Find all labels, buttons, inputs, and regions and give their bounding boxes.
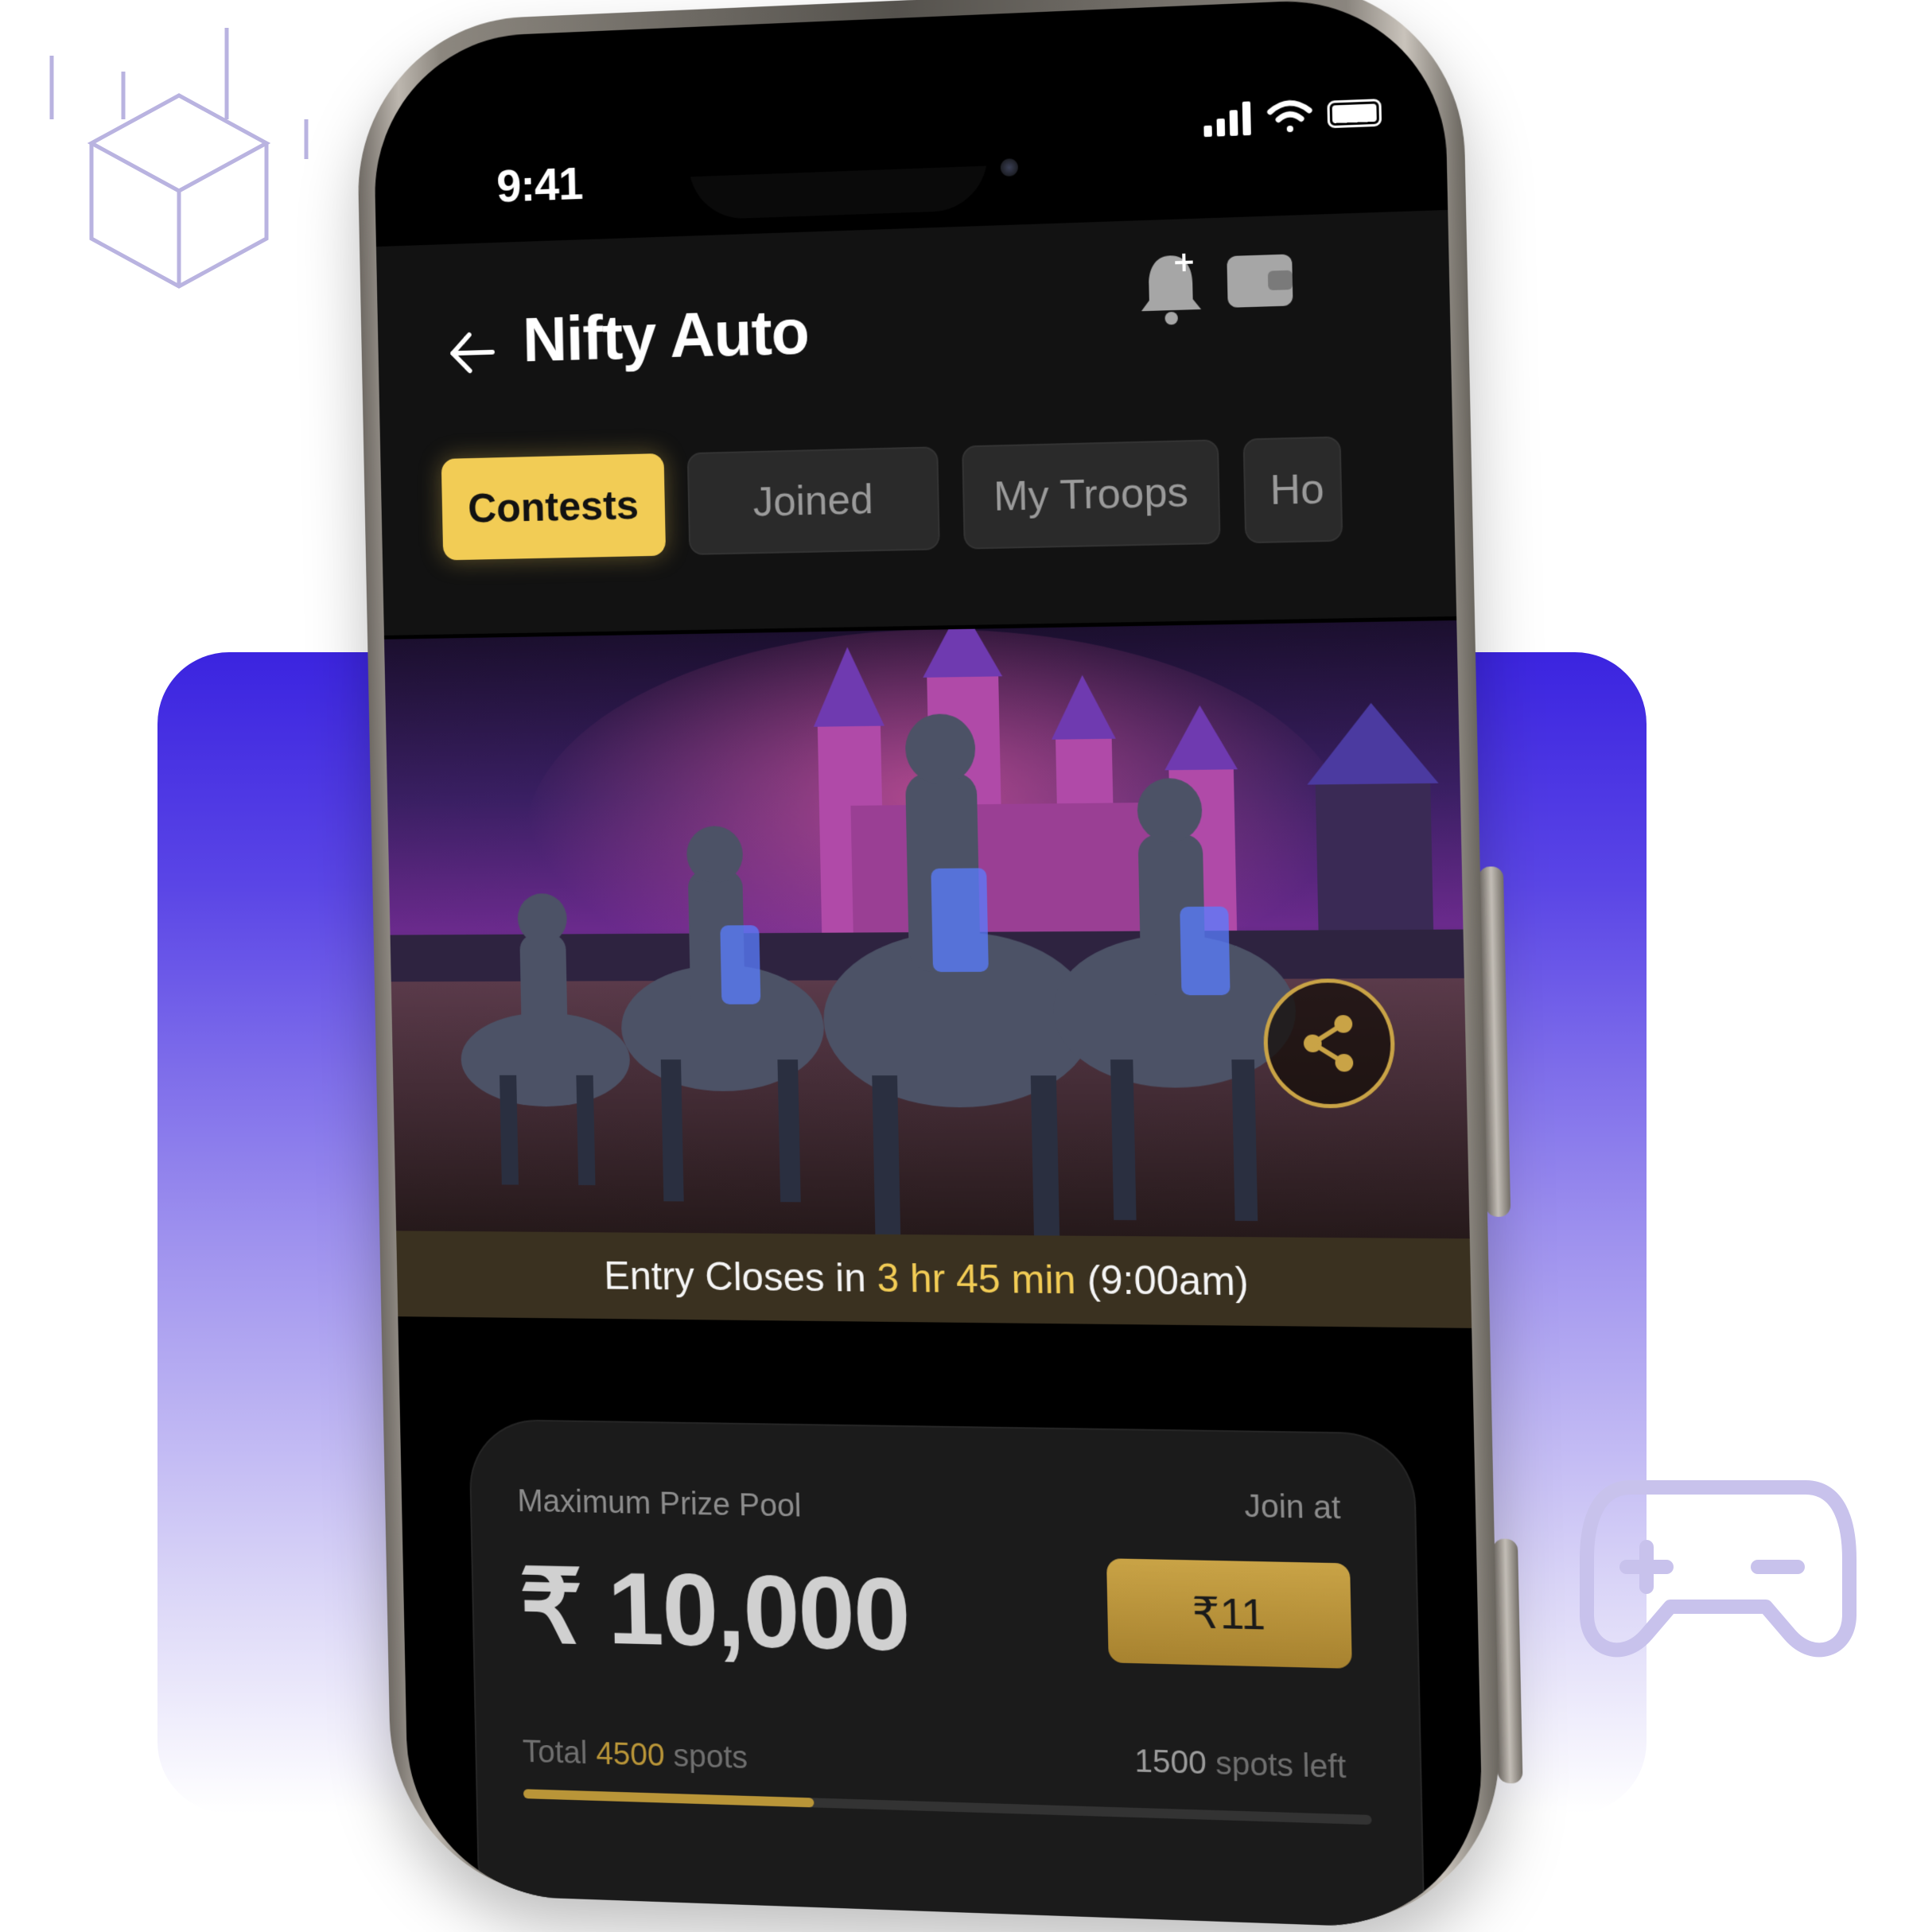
spots-left-suffix: spots left (1215, 1746, 1347, 1785)
battery-icon (1327, 99, 1382, 128)
status-icons (1203, 95, 1382, 137)
prize-pool-value: ₹ 10,000 (519, 1546, 910, 1675)
tab-contests[interactable]: Contests (441, 453, 666, 561)
signal-icon (1203, 99, 1253, 137)
spots-progress-fill (523, 1789, 814, 1807)
total-prefix: Total (523, 1734, 588, 1771)
knights-castle-artwork (384, 620, 1471, 1296)
back-arrow-icon[interactable] (445, 325, 499, 381)
entry-countdown: 3 hr 45 min (877, 1255, 1076, 1303)
join-at-label: Join at (1244, 1489, 1341, 1527)
tab-my-troops[interactable]: My Troops (962, 439, 1221, 549)
contest-banner (384, 620, 1471, 1296)
entry-time: (9:00am) (1087, 1257, 1249, 1304)
spots-left: 1500 spots left (1134, 1743, 1347, 1786)
join-price-button[interactable]: ₹11 (1106, 1558, 1352, 1669)
tab-ho[interactable]: Ho (1243, 436, 1343, 543)
cube-icon (44, 24, 314, 294)
gamepad-icon (1575, 1471, 1861, 1670)
entry-prefix: Entry Closes in (604, 1253, 867, 1301)
page-title: Nifty Auto (522, 295, 809, 376)
total-spots-number: 4500 (596, 1736, 665, 1773)
status-time: 9:41 (496, 157, 583, 213)
prize-pool-label: Maximum Prize Pool (517, 1483, 802, 1524)
spots-left-number: 1500 (1134, 1743, 1207, 1781)
wifi-icon (1266, 97, 1312, 134)
entry-countdown-bar: Entry Closes in 3 hr 45 min (9:00am) (396, 1230, 1472, 1328)
spots-progress-bar (523, 1789, 1372, 1825)
phone-screen: 9:41 Nifty Auto (372, 0, 1485, 1931)
tab-joined[interactable]: Joined (687, 446, 940, 555)
contest-card[interactable]: Maximum Prize Pool Join at ₹ 10,000 ₹11 … (469, 1419, 1426, 1931)
wallet-icon[interactable] (1223, 247, 1297, 314)
notch (616, 9, 1124, 180)
total-spots: Total 4500 spots (523, 1734, 748, 1776)
bell-icon[interactable] (1133, 247, 1208, 329)
tab-bar: Contests Joined My Troops Ho (441, 436, 1343, 560)
share-icon (1296, 1011, 1363, 1075)
total-suffix: spots (673, 1739, 748, 1775)
phone-mockup: 9:41 Nifty Auto (355, 0, 1518, 1848)
camera-icon (1001, 158, 1019, 177)
